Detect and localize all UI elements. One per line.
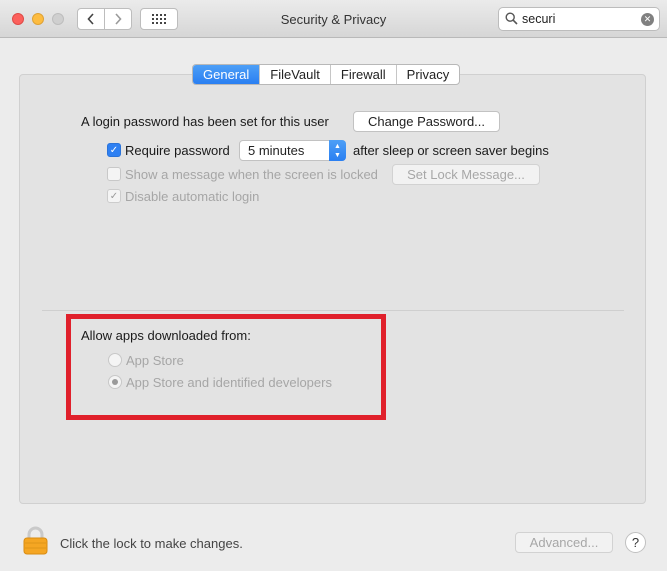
chevron-up-down-icon: ▲ ▼ [329,140,346,161]
require-password-interval-value: 5 minutes [248,143,305,158]
require-password-interval-select[interactable]: 5 minutes ▲ ▼ [239,140,346,161]
tab-firewall[interactable]: Firewall [329,65,396,84]
require-password-suffix: after sleep or screen saver begins [353,143,549,158]
title-bar: Security & Privacy securi ✕ [0,0,667,38]
login-password-text: A login password has been set for this u… [81,114,329,129]
search-field[interactable]: securi ✕ [498,7,660,31]
advanced-button[interactable]: Advanced... [515,532,613,553]
lock-text: Click the lock to make changes. [60,536,243,551]
disable-automatic-login-checkbox[interactable]: ✓ [107,189,121,203]
help-button[interactable]: ? [625,532,646,553]
disable-automatic-login-label: Disable automatic login [125,189,260,204]
tab-general[interactable]: General [193,65,260,84]
show-message-checkbox[interactable] [107,167,121,181]
content-panel [19,74,646,504]
tab-privacy[interactable]: Privacy [395,65,460,84]
lock-icon[interactable] [23,526,48,555]
require-password-label: Require password [125,143,230,158]
tab-bar: General FileVault Firewall Privacy [192,64,461,85]
set-lock-message-button[interactable]: Set Lock Message... [392,164,540,185]
change-password-button[interactable]: Change Password... [353,111,500,132]
search-input[interactable]: securi [522,12,555,26]
highlight-annotation-box [66,314,386,420]
search-icon [505,12,518,25]
clear-icon[interactable]: ✕ [641,13,654,26]
tab-filevault[interactable]: FileVault [259,65,330,84]
require-password-checkbox[interactable]: ✓ [107,143,121,157]
section-divider [42,310,624,311]
show-message-label: Show a message when the screen is locked [125,167,378,182]
